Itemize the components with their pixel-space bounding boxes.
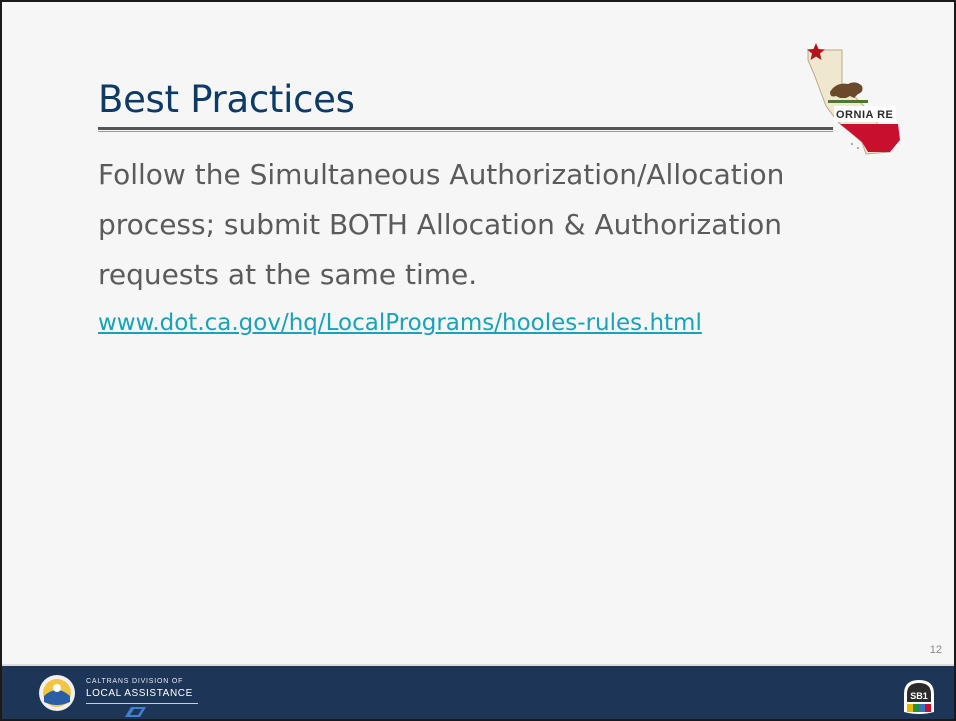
sb1-badge-text: SB1 <box>910 691 928 701</box>
california-flag-map-logo <box>807 43 900 155</box>
slide-title: Best Practices <box>98 78 355 121</box>
footer-bar: CALTRANS DIVISION OF LOCAL ASSISTANCE SB… <box>2 666 954 719</box>
sb1-badge-icon: SB1 <box>904 680 934 714</box>
slide-body-text: Follow the Simultaneous Authorization/Al… <box>98 158 785 291</box>
page-number: 12 <box>929 644 942 656</box>
flag-text: ORNIA RE <box>836 109 894 121</box>
title-underline-secondary <box>98 131 833 132</box>
caltrans-logo-icon <box>125 707 146 717</box>
org-name-divider <box>86 703 198 704</box>
caltrans-seal-icon <box>39 675 75 711</box>
title-underline <box>98 127 833 130</box>
hooles-rules-link[interactable]: www.dot.ca.gov/hq/LocalPrograms/hooles-r… <box>98 310 702 336</box>
org-name-line2: LOCAL ASSISTANCE <box>86 688 193 699</box>
org-name-line1: CALTRANS DIVISION OF <box>86 678 184 685</box>
slide: Best Practices ORNIA RE Follow the Simul… <box>0 0 956 721</box>
